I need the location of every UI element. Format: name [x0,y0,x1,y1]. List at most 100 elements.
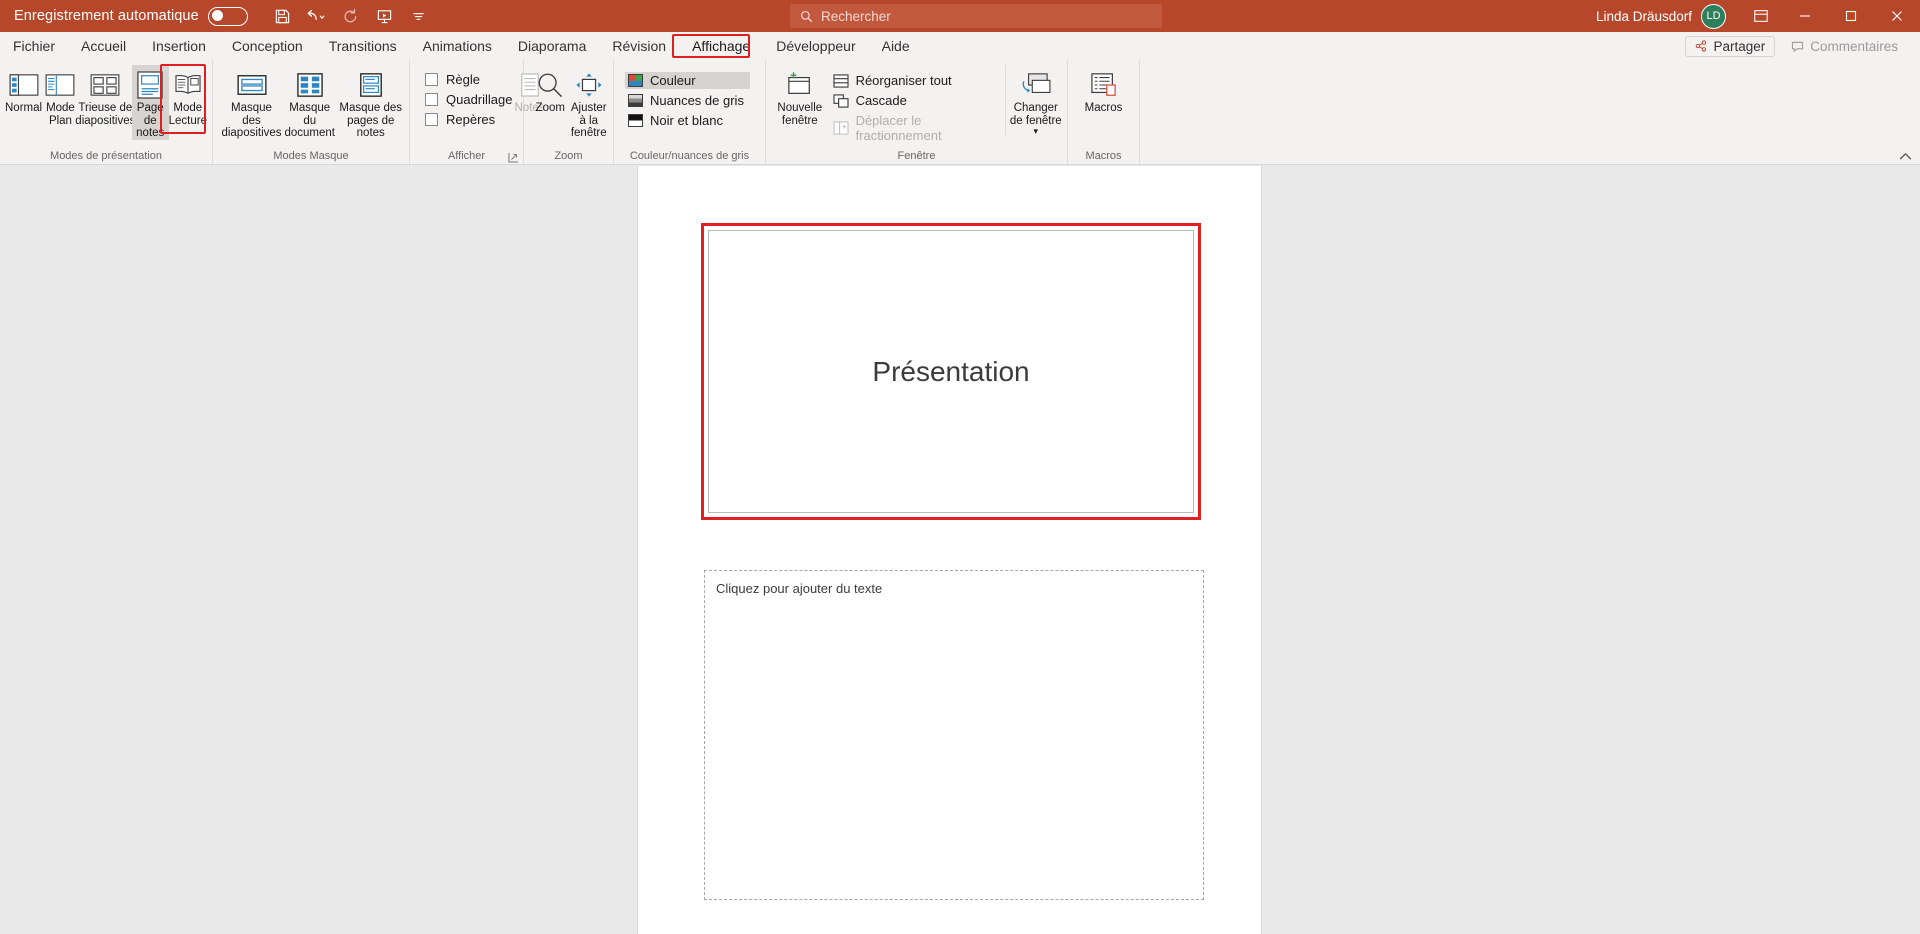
macros-icon [1090,68,1118,102]
button-label: Masque des pages de notes [339,102,403,139]
button-label: Changer de fenêtre [1009,102,1062,127]
button-mode-lecture[interactable]: Mode Lecture [169,65,207,131]
tab-developpeur[interactable]: Développeur [763,32,868,60]
notes-page[interactable]: Présentation Cliquez pour ajouter du tex… [638,166,1261,934]
button-trieuse-diapositives[interactable]: Trieuse de diapositives [75,65,135,131]
button-label: Masque du document [284,102,335,139]
tab-diaporama[interactable]: Diaporama [505,32,599,60]
restore-button[interactable] [1828,0,1874,32]
cascade-icon [833,93,849,108]
afficher-checkbox-list: Règle Quadrillage Repères [415,65,513,127]
button-label: Masque des diapositives [221,102,282,139]
button-zoom[interactable]: Zoom [531,65,570,131]
group-label-modes-masque: Modes Masque [273,150,349,162]
undo-icon[interactable] [302,3,332,29]
checkbox-reperes[interactable]: Repères [425,112,513,127]
button-masque-diapositives[interactable]: Masque des diapositives [221,65,282,140]
tab-insertion[interactable]: Insertion [139,32,219,60]
avatar[interactable]: LD [1701,3,1726,29]
checkbox-label: Règle [446,72,480,87]
tab-animations[interactable]: Animations [410,32,505,60]
checkbox-box[interactable] [425,93,438,106]
checkbox-label: Quadrillage [446,92,513,107]
ribbon-group-fenetre: Nouvelle fenêtre Réorganiser tout Cascad… [766,60,1068,164]
search-input[interactable]: Rechercher [790,4,1162,28]
tab-label: Révision [612,38,667,54]
button-changer-de-fenetre[interactable]: Changer de fenêtre ▾ [1004,65,1062,136]
checkbox-regle[interactable]: Règle [425,72,513,87]
checkbox-quadrillage[interactable]: Quadrillage [425,92,513,107]
checkbox-box[interactable] [425,113,438,126]
notes-master-icon [358,68,384,102]
tab-fichier[interactable]: Fichier [0,32,68,60]
option-noir-et-blanc[interactable]: Noir et blanc [625,112,750,129]
close-button[interactable] [1874,0,1920,32]
tab-conception[interactable]: Conception [219,32,316,60]
chevron-down-icon[interactable]: ▾ [1034,127,1039,136]
button-label: Trieuse de diapositives [75,102,136,127]
button-label: Page de notes [136,102,165,139]
redo-icon[interactable] [336,3,366,29]
tab-transitions[interactable]: Transitions [316,32,410,60]
color-swatch-icon [628,74,643,87]
tab-revision[interactable]: Révision [599,32,679,60]
button-ajuster-fenetre[interactable]: Ajuster à la fenêtre [570,65,609,140]
search-placeholder: Rechercher [821,8,891,24]
button-nouvelle-fenetre[interactable]: Nouvelle fenêtre [774,65,826,131]
button-macros[interactable]: Macros [1077,65,1130,131]
document-workspace[interactable]: Présentation Cliquez pour ajouter du tex… [0,166,1920,934]
slide-thumbnail[interactable]: Présentation [708,230,1194,513]
share-label: Partager [1713,38,1766,54]
checkbox-label: Repères [446,112,496,127]
tab-label: Animations [422,38,492,54]
ribbon-group-modes-presentation: Normal Mode Plan Trieuse de diapositives… [0,60,213,164]
notes-placeholder-box[interactable]: Cliquez pour ajouter du texte [704,570,1204,900]
autosave-toggle[interactable] [207,6,248,26]
group-label-macros: Macros [1085,150,1122,162]
new-window-icon [785,68,815,102]
ribbon-group-couleur: Couleur Nuances de gris Noir et blanc Co… [614,60,766,164]
option-nuances-de-gris[interactable]: Nuances de gris [625,92,750,109]
tab-accueil[interactable]: Accueil [68,32,139,60]
button-deplacer-fractionnement[interactable]: Déplacer le fractionnement [830,112,991,144]
button-page-de-notes[interactable]: Page de notes [131,65,169,140]
tab-label: Fichier [13,38,56,54]
button-masque-document[interactable]: Masque du document [282,65,337,140]
option-label: Couleur [650,73,696,88]
slide-title[interactable]: Présentation [872,356,1029,388]
tab-aide[interactable]: Aide [869,32,923,60]
tab-label: Accueil [81,38,127,54]
checkbox-box[interactable] [425,73,438,86]
button-masque-pages-notes[interactable]: Masque des pages de notes [337,65,404,140]
customize-qat-icon[interactable] [404,3,434,29]
button-reorganiser-tout[interactable]: Réorganiser tout [830,72,991,89]
arrange-all-icon [833,73,849,88]
option-label: Noir et blanc [650,113,723,128]
collapse-ribbon-icon[interactable] [1899,152,1912,161]
comments-button[interactable]: Commentaires [1781,35,1908,57]
switch-window-icon [1020,68,1052,102]
save-icon[interactable] [268,3,298,29]
button-cascade[interactable]: Cascade [830,92,991,109]
slide-sorter-icon [90,68,120,102]
autosave-control[interactable]: Enregistrement automatique [14,6,248,26]
tab-label: Transitions [328,38,397,54]
ribbon-display-options-icon[interactable] [1740,0,1782,32]
share-button[interactable]: Partager [1685,35,1776,57]
comment-icon [1791,40,1804,53]
tab-affichage[interactable]: Affichage [679,32,763,60]
button-label: Normal [5,102,43,114]
notes-placeholder-text: Cliquez pour ajouter du texte [716,581,883,596]
quick-access-toolbar [268,3,434,29]
button-normal[interactable]: Normal [5,65,42,131]
option-couleur[interactable]: Couleur [625,72,750,89]
tab-label: Développeur [776,38,856,54]
ribbon-tab-strip: Fichier Accueil Insertion Conception Tra… [0,32,1920,60]
afficher-dialog-launcher-icon[interactable] [508,152,519,163]
tab-label: Aide [881,38,910,54]
ribbon-group-modes-masque: Masque des diapositives Masque du docume… [213,60,410,164]
grayscale-swatch-icon [628,94,643,107]
start-slideshow-icon[interactable] [370,3,400,29]
minimize-button[interactable] [1782,0,1828,32]
button-mode-plan[interactable]: Mode Plan [42,65,79,131]
